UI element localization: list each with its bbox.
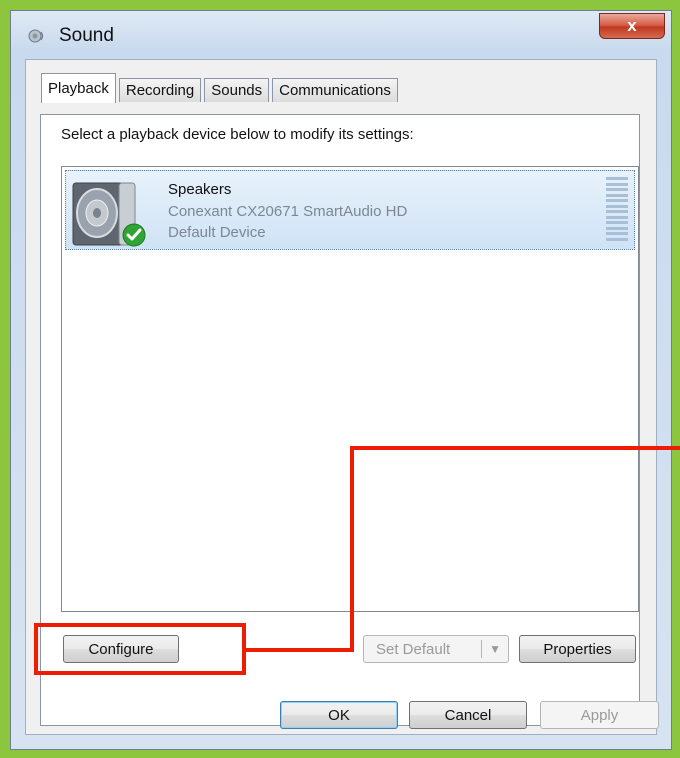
set-default-button[interactable]: Set Default ▼ <box>363 635 509 663</box>
cancel-button[interactable]: Cancel <box>409 701 527 729</box>
highlight-connector-top <box>350 446 680 450</box>
highlight-box <box>34 623 246 675</box>
device-status: Default Device <box>168 224 266 241</box>
window-title: Sound <box>59 25 114 46</box>
speaker-icon <box>27 26 47 46</box>
tab-playback[interactable]: Playback <box>41 73 116 103</box>
tab-strip: Playback Recording Sounds Communications <box>41 73 401 103</box>
set-default-label: Set Default <box>376 640 451 658</box>
close-icon: x <box>627 16 637 35</box>
properties-button[interactable]: Properties <box>519 635 636 663</box>
tab-recording[interactable]: Recording <box>118 78 202 102</box>
ok-button[interactable]: OK <box>280 701 398 729</box>
apply-button[interactable]: Apply <box>540 701 659 729</box>
green-check-icon <box>122 223 146 247</box>
title-bar[interactable]: Sound x <box>11 11 671 59</box>
volume-level-meter <box>606 177 628 241</box>
split-divider <box>481 640 482 658</box>
close-button[interactable]: x <box>599 13 665 39</box>
instruction-text: Select a playback device below to modify… <box>61 126 414 143</box>
device-name: Speakers <box>168 181 232 198</box>
tab-sounds[interactable]: Sounds <box>204 78 270 102</box>
highlight-connector-vertical <box>350 446 354 652</box>
tab-communications[interactable]: Communications <box>272 78 398 102</box>
device-driver: Conexant CX20671 SmartAudio HD <box>168 203 408 220</box>
chevron-down-icon[interactable]: ▼ <box>489 642 501 656</box>
device-row-speakers[interactable]: Speakers Conexant CX20671 SmartAudio HD … <box>65 170 635 250</box>
highlight-connector-horizontal <box>246 648 354 652</box>
